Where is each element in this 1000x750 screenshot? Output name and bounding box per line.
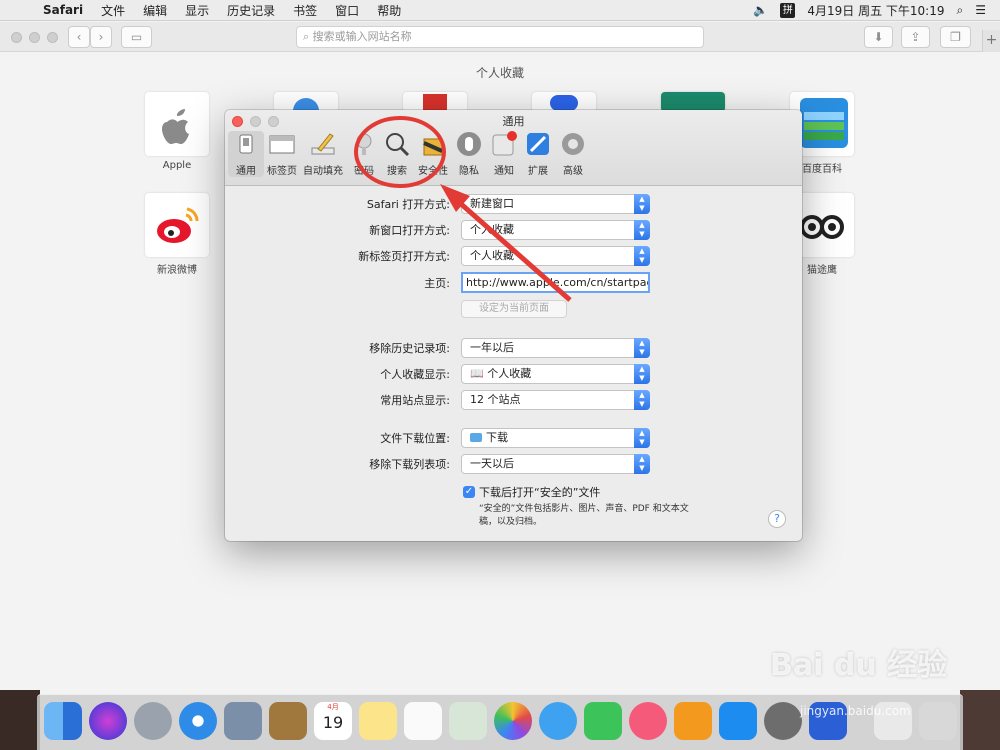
wallpaper-right [960,690,1000,750]
books-icon[interactable] [674,702,712,740]
safari-icon[interactable] [179,702,217,740]
wallpaper-left [0,690,40,750]
dock: 4月 19 [37,694,963,750]
siri-icon[interactable] [89,702,127,740]
annotation-arrow-shaft [450,194,572,302]
watermark: Bai du 经验 [770,648,948,683]
calendar-month: 4月 [327,703,339,711]
watermark-url: jingyan.baidu.com [800,704,911,718]
app-store-icon[interactable] [719,702,757,740]
contacts-icon[interactable] [269,702,307,740]
photos-icon[interactable] [494,702,532,740]
notes-icon[interactable] [359,702,397,740]
launchpad-icon[interactable] [134,702,172,740]
annotation-overlay [354,116,572,302]
calendar-icon[interactable]: 4月 19 [314,702,352,740]
annotation-circle [354,116,446,188]
facetime-icon[interactable] [584,702,622,740]
system-preferences-icon[interactable] [764,702,802,740]
messages-icon[interactable] [539,702,577,740]
music-icon[interactable] [629,702,667,740]
trash-icon[interactable] [919,702,957,740]
finder-icon[interactable] [44,702,82,740]
calendar-day: 19 [322,713,344,732]
reminders-icon[interactable] [404,702,442,740]
maps-icon[interactable] [449,702,487,740]
photo-app-icon[interactable] [224,702,262,740]
